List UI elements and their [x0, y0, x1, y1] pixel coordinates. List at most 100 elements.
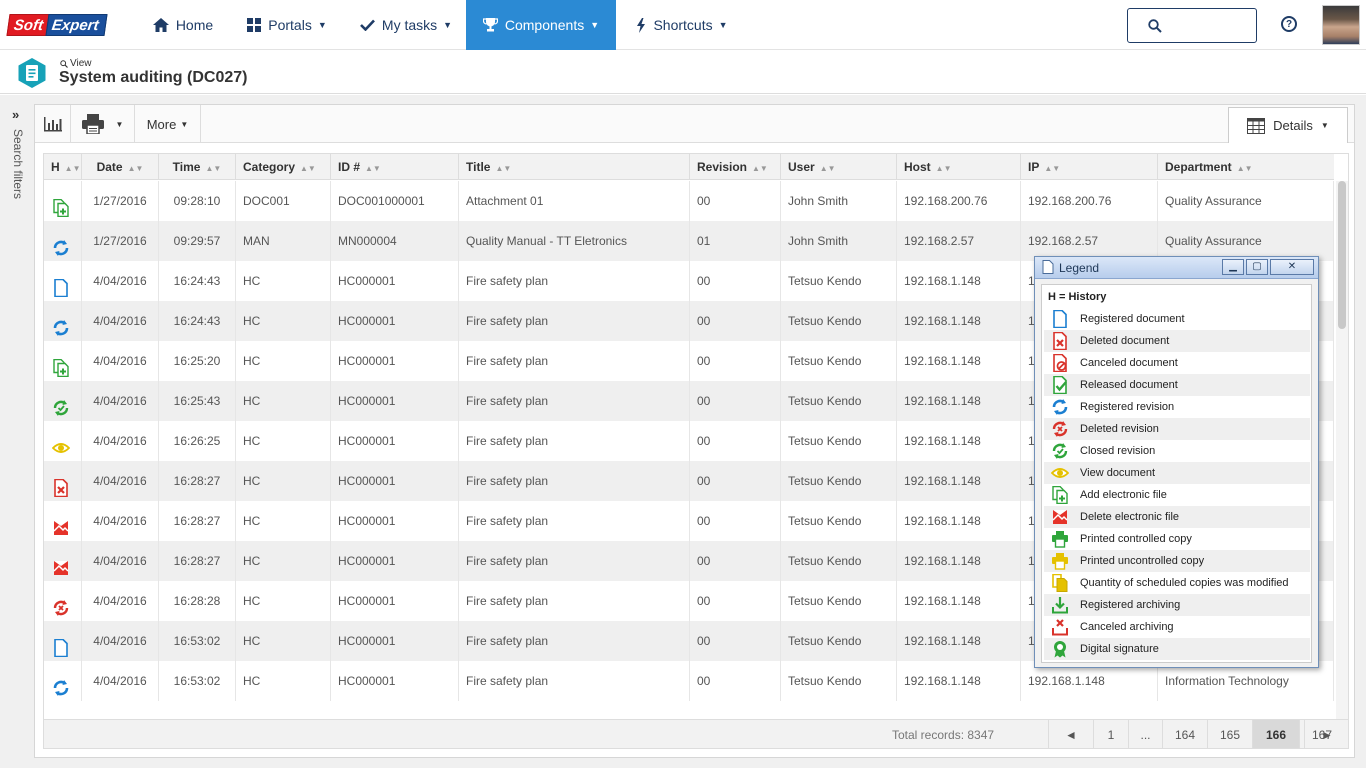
legend-item: Closed revision: [1044, 440, 1310, 462]
column-header-id[interactable]: ID # ▲▼: [331, 154, 459, 180]
column-header-user[interactable]: User ▲▼: [781, 154, 897, 180]
history-cell: [44, 381, 82, 421]
column-header-ip[interactable]: IP ▲▼: [1021, 154, 1158, 180]
print-button[interactable]: ▼: [71, 105, 135, 143]
user-avatar[interactable]: [1322, 5, 1360, 45]
column-header-host[interactable]: Host ▲▼: [897, 154, 1021, 180]
cell-category: HC: [236, 541, 331, 581]
cell-category: HC: [236, 581, 331, 621]
cell-host: 192.168.1.148: [897, 661, 1021, 701]
column-label: Revision: [697, 160, 748, 174]
cell-user: Tetsuo Kendo: [781, 621, 897, 661]
search-input[interactable]: [1164, 17, 1250, 35]
sort-icon: ▲▼: [64, 164, 81, 173]
chevron-down-icon[interactable]: ▼: [116, 120, 124, 129]
cell-revision: 00: [690, 661, 781, 701]
copies-modified-icon: [1051, 573, 1069, 592]
nav-components[interactable]: Components ▼: [466, 0, 616, 50]
column-header-date[interactable]: Date ▲▼: [82, 154, 159, 180]
minimize-icon[interactable]: ▁: [1222, 259, 1244, 275]
legend-item-label: Deleted document: [1080, 335, 1170, 347]
reg-doc-icon: [1051, 309, 1069, 329]
next-page-button[interactable]: ►: [1304, 720, 1348, 748]
cell-date: 4/04/2016: [82, 581, 159, 621]
maximize-icon[interactable]: ▢: [1246, 259, 1268, 275]
cell-category: HC: [236, 661, 331, 701]
chart-button[interactable]: [35, 105, 71, 143]
nav-my-tasks[interactable]: My tasks ▼: [346, 0, 466, 50]
page-button[interactable]: 166: [1252, 720, 1299, 748]
history-cell: [44, 221, 82, 261]
cell-title: Fire safety plan: [459, 541, 690, 581]
cell-time: 16:28:28: [159, 581, 236, 621]
history-cell: [44, 581, 82, 621]
column-header-h[interactable]: H ▲▼: [44, 154, 82, 180]
nav-portals-label: Portals: [268, 17, 312, 33]
page-button[interactable]: 164: [1162, 720, 1207, 748]
print-controlled-icon: [1051, 530, 1069, 548]
vertical-scrollbar[interactable]: [1336, 181, 1348, 719]
history-cell: [44, 541, 82, 581]
page-button[interactable]: 1: [1093, 720, 1128, 748]
cell-host: 192.168.1.148: [897, 341, 1021, 381]
cell-time: 16:53:02: [159, 661, 236, 701]
search-filters-panel[interactable]: » Search filters: [0, 95, 33, 768]
cell-user: Tetsuo Kendo: [781, 341, 897, 381]
cell-revision: 00: [690, 301, 781, 341]
reg-revision-icon: [52, 313, 70, 336]
search-icon: [1148, 19, 1162, 33]
global-search[interactable]: [1127, 8, 1257, 43]
top-navigation: Soft Expert Home Portals ▼ My tasks ▼ Comp…: [0, 0, 1366, 50]
nav-home[interactable]: Home: [140, 0, 226, 50]
closed-revision-icon: [52, 393, 70, 416]
cell-date: 1/27/2016: [82, 221, 159, 261]
cell-host: 192.168.1.148: [897, 301, 1021, 341]
close-icon[interactable]: ✕: [1270, 259, 1314, 275]
cell-user: Tetsuo Kendo: [781, 501, 897, 541]
softexpert-logo[interactable]: Soft Expert: [6, 14, 108, 36]
cell-category: HC: [236, 381, 331, 421]
nav-portals[interactable]: Portals ▼: [232, 0, 342, 50]
sort-icon: ▲▼: [300, 164, 316, 173]
search-icon: [60, 59, 68, 68]
prev-page-button[interactable]: ◄: [1048, 720, 1093, 748]
table-row[interactable]: 1/27/2016 09:29:57 MAN MN000004 Quality Manu…: [44, 221, 1334, 261]
legend-item: Delete electronic file: [1044, 506, 1310, 528]
home-icon: [152, 18, 169, 32]
column-header-revision[interactable]: Revision ▲▼: [690, 154, 781, 180]
page-title: System auditing (DC027): [59, 69, 248, 86]
more-button[interactable]: More ▼: [135, 105, 201, 143]
nav-shortcuts[interactable]: Shortcuts ▼: [622, 0, 742, 50]
legend-item-label: Quantity of scheduled copies was modifie…: [1080, 577, 1289, 589]
cell-id: DOC001000001: [331, 181, 459, 221]
table-row[interactable]: 1/27/2016 09:28:10 DOC001 DOC001000001 Attac…: [44, 181, 1334, 221]
help-icon[interactable]: ?: [1281, 16, 1297, 32]
column-header-time[interactable]: Time ▲▼: [159, 154, 236, 180]
details-view-button[interactable]: Details ▼: [1228, 107, 1348, 143]
column-header-category[interactable]: Category ▲▼: [236, 154, 331, 180]
cell-time: 16:28:27: [159, 501, 236, 541]
del-doc-icon: [1051, 331, 1069, 351]
cell-date: 1/27/2016: [82, 181, 159, 221]
column-header-department[interactable]: Department ▲▼: [1158, 154, 1334, 180]
page-button[interactable]: 165: [1207, 720, 1252, 748]
cell-date: 4/04/2016: [82, 301, 159, 341]
legend-item-label: Registered archiving: [1080, 599, 1181, 611]
chevron-down-icon: ▼: [1320, 121, 1329, 130]
digital-signature-icon: [1051, 640, 1069, 658]
legend-titlebar[interactable]: Legend ▁ ▢ ✕: [1035, 257, 1318, 279]
column-header-title[interactable]: Title ▲▼: [459, 154, 690, 180]
search-filters-label[interactable]: Search filters: [11, 129, 25, 199]
chevron-down-icon: ▼: [180, 119, 189, 129]
cell-title: Fire safety plan: [459, 661, 690, 701]
history-cell: [44, 661, 82, 701]
sort-icon: ▲▼: [127, 164, 144, 173]
details-label: Details: [1273, 118, 1313, 133]
legend-window[interactable]: Legend ▁ ▢ ✕ H = History Registered docu…: [1034, 256, 1319, 668]
scrollbar-thumb[interactable]: [1338, 181, 1346, 329]
cell-revision: 00: [690, 181, 781, 221]
cell-time: 16:24:43: [159, 261, 236, 301]
expand-filters-icon[interactable]: »: [12, 107, 19, 122]
cell-date: 4/04/2016: [82, 461, 159, 501]
cell-category: HC: [236, 621, 331, 661]
